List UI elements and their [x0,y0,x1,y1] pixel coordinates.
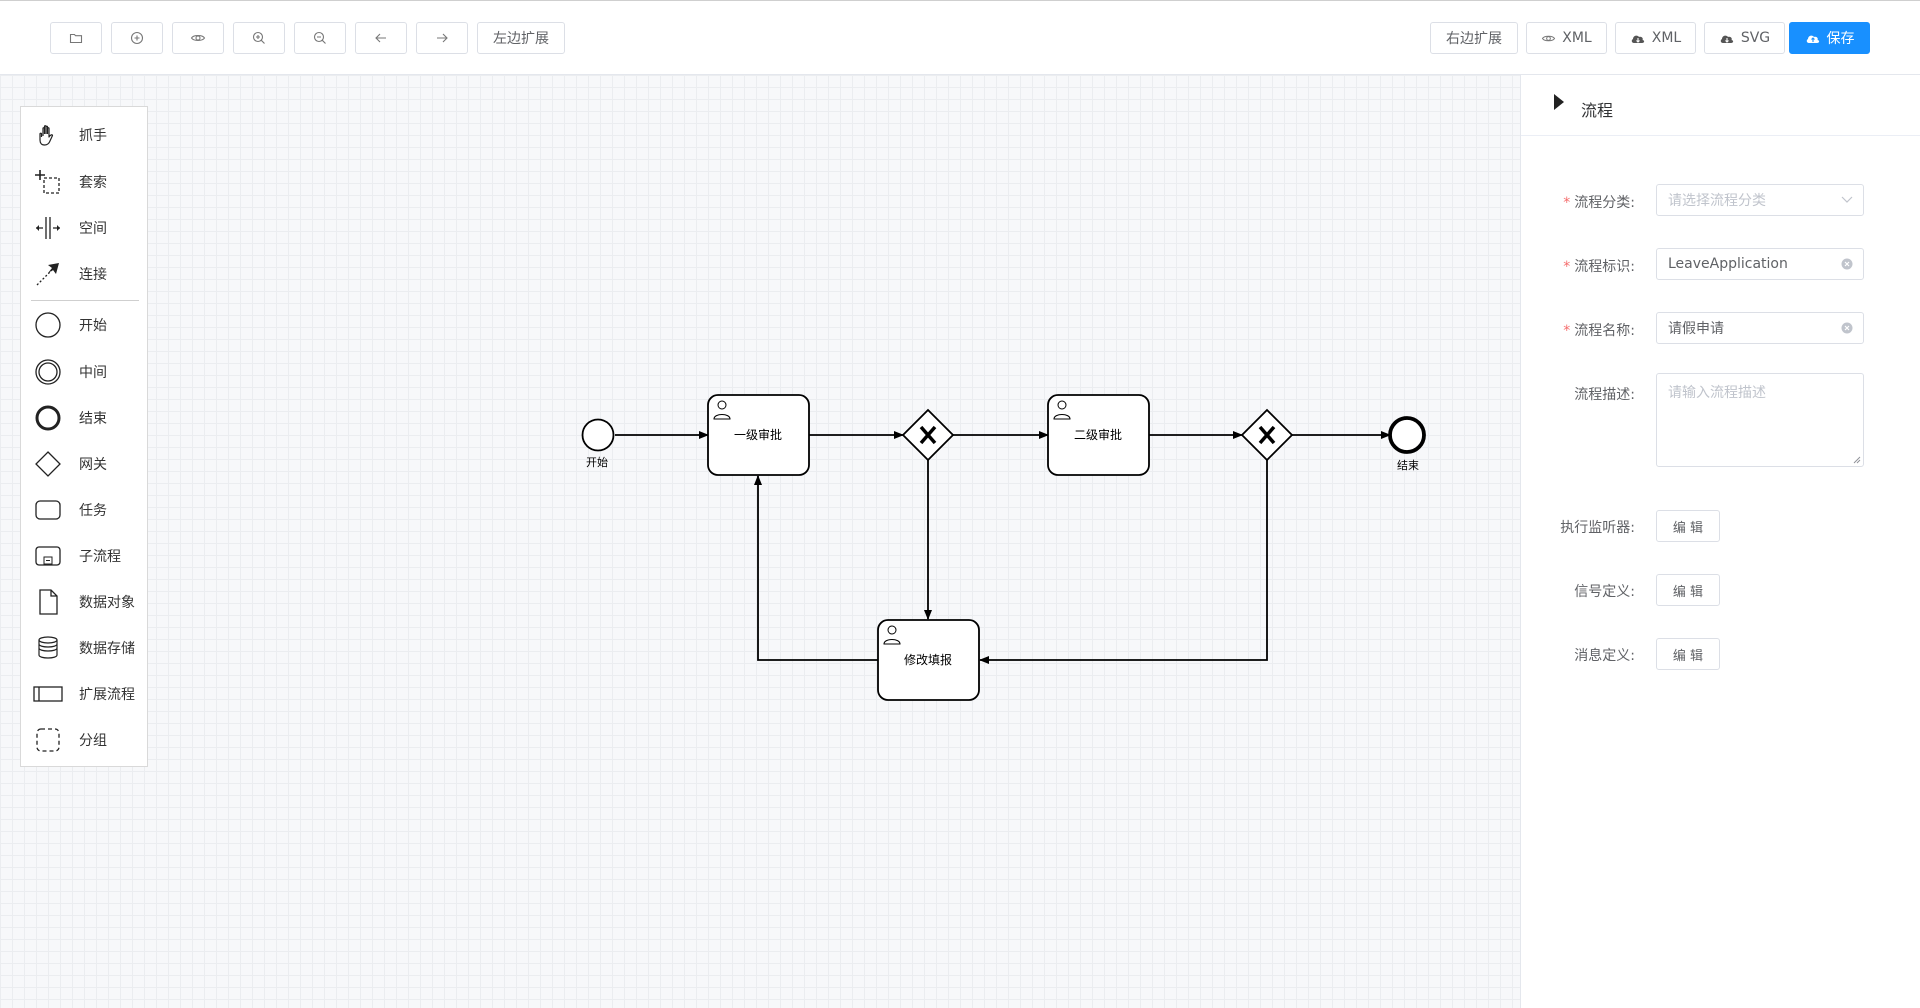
task-label: 一级审批 [734,427,782,442]
desc-label: 流程描述: [1574,387,1635,403]
caret-right-icon[interactable] [1553,93,1565,111]
name-label: * 流程名称: [1563,323,1635,339]
task-revise[interactable]: 修改填报 [877,619,980,701]
chevron-down-icon [1841,196,1853,203]
task-level-1[interactable]: 一级审批 [707,394,810,476]
download-svg-button[interactable]: SVG [1704,22,1785,54]
edit-label: 编 辑 [1672,648,1704,664]
save-label: 保存 [1826,31,1855,47]
category-select[interactable]: 请选择流程分类 [1656,184,1864,216]
desc-placeholder: 请输入流程描述 [1668,385,1766,401]
name-input[interactable]: 请假申请 [1656,312,1864,344]
save-button[interactable]: 保存 [1789,22,1870,54]
category-placeholder: 请选择流程分类 [1668,193,1766,209]
download-xml-button[interactable]: XML [1615,22,1696,54]
view-xml-button[interactable]: XML [1526,22,1607,54]
download-svg-label: SVG [1740,30,1771,46]
task-label: 修改填报 [904,652,952,667]
panel-header[interactable]: 流程 [1521,75,1920,136]
start-event-label: 开始 [586,455,608,469]
message-edit-button[interactable]: 编 辑 [1656,638,1720,670]
listener-edit-button[interactable]: 编 辑 [1656,510,1720,542]
name-value: 请假申请 [1668,321,1724,337]
bpmn-diagram: 开始 一级审批 二级审批 结束 修改填报 [581,394,1426,701]
eye-icon [1542,35,1556,41]
end-event-label: 结束 [1397,459,1419,472]
signal-edit-button[interactable]: 编 辑 [1656,574,1720,606]
key-value: LeaveApplication [1668,256,1788,272]
cloud-upload-icon [1806,35,1819,43]
task-label: 二级审批 [1074,427,1122,442]
edit-label: 编 辑 [1672,584,1704,600]
panel-title: 流程 [1581,101,1614,120]
category-label: * 流程分类: [1563,195,1635,211]
key-label: * 流程标识: [1563,259,1635,275]
flow-task3-to-task1 [754,475,878,661]
clear-icon[interactable] [1841,322,1853,334]
listener-label: 执行监听器: [1560,520,1635,536]
download-xml-label: XML [1651,30,1682,46]
exclusive-gateway-1[interactable] [901,408,955,462]
desc-textarea[interactable]: 请输入流程描述 [1656,373,1864,467]
signal-label: 信号定义: [1574,584,1635,600]
end-event[interactable] [1388,416,1426,454]
start-event[interactable] [581,418,615,452]
resize-handle-icon[interactable] [1853,456,1861,464]
exclusive-gateway-2[interactable] [1240,408,1294,462]
view-xml-label: XML [1562,30,1592,46]
task-level-2[interactable]: 二级审批 [1047,394,1150,476]
key-input[interactable]: LeaveApplication [1656,248,1864,280]
cloud-download-icon [1720,35,1733,43]
flow-gateway2-to-task3 [979,459,1268,664]
message-label: 消息定义: [1574,648,1635,664]
clear-icon[interactable] [1841,258,1853,270]
edit-label: 编 辑 [1672,520,1704,536]
cloud-download-icon [1631,35,1644,43]
